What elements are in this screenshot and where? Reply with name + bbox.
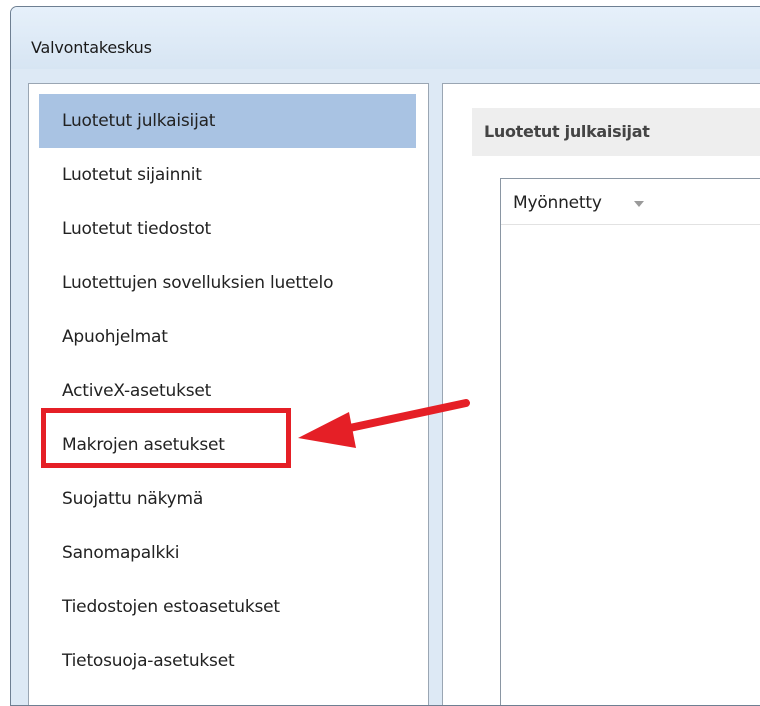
red-arrow-icon — [298, 399, 470, 448]
